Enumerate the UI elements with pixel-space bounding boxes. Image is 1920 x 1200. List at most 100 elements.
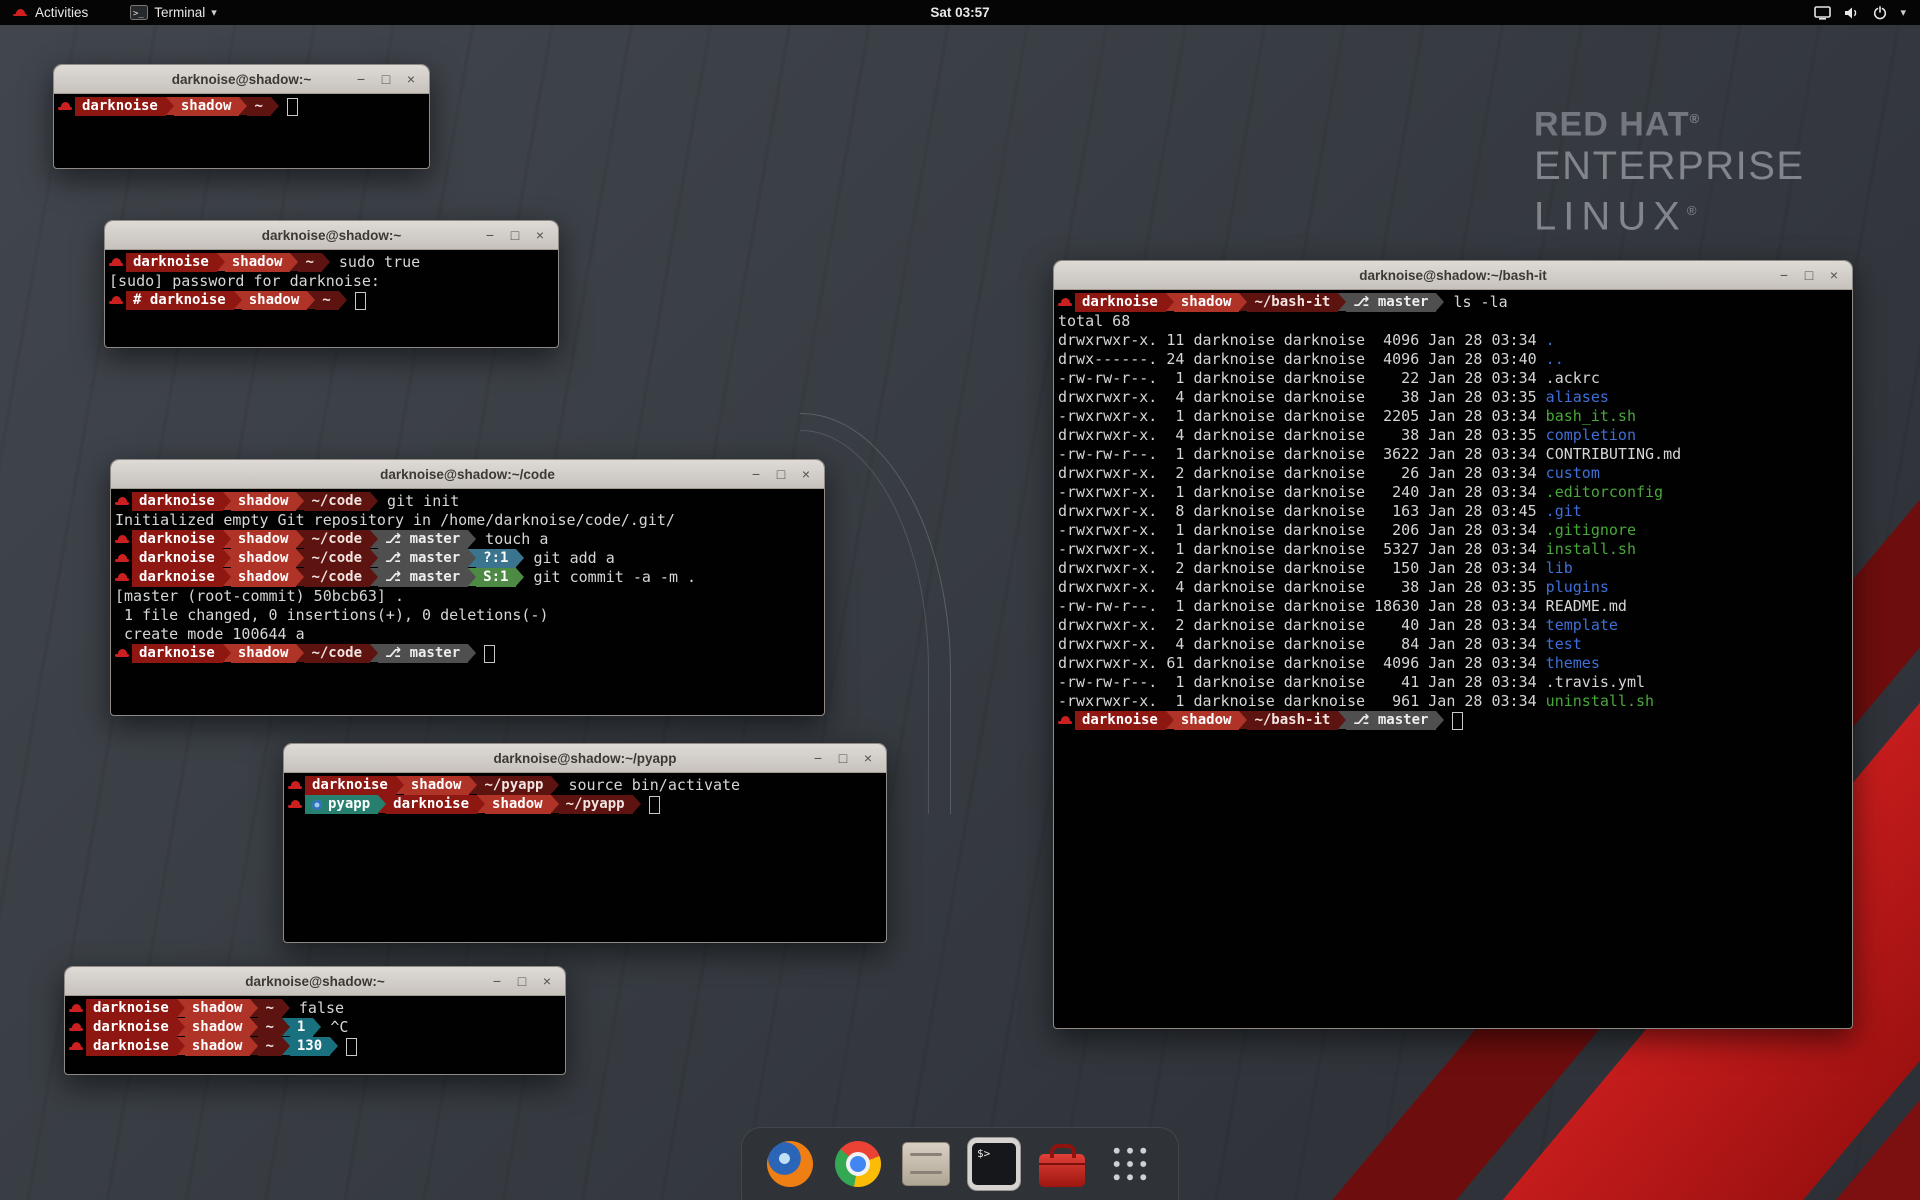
terminal-line: darknoiseshadow~: [58, 97, 426, 116]
activities-button[interactable]: Activities: [4, 0, 97, 25]
redhat-prompt-icon: [115, 549, 132, 568]
maximize-button[interactable]: □: [1798, 264, 1820, 286]
window-title: darknoise@shadow:~: [245, 974, 385, 989]
minimize-button[interactable]: −: [745, 463, 767, 485]
prompt-segment-user: darknoise: [1075, 293, 1166, 312]
prompt-segment-branch: ⎇ master: [378, 644, 468, 663]
prompt-segment-path: ~/code: [304, 644, 370, 663]
powerline-arrow-icon: [1436, 711, 1444, 729]
window-title: darknoise@shadow:~: [172, 72, 312, 87]
branding-enterprise: ENTERPRISE: [1534, 143, 1805, 189]
display-icon: [1814, 6, 1831, 20]
powerline-arrow-icon: [516, 549, 524, 567]
terminal-line: darknoiseshadow~/bash-it⎇ master: [1058, 711, 1849, 730]
powerline-arrow-icon: [282, 1018, 290, 1036]
prompt-segment-host: shadow: [231, 549, 297, 568]
redhat-prompt-icon: [109, 253, 126, 272]
terminal-line: drwxrwxr-x. 4 darknoise darknoise 84 Jan…: [1058, 635, 1849, 654]
terminal-cursor: [484, 645, 495, 663]
terminal-line: darknoiseshadow~/code⎇ master?:1 git add…: [115, 549, 821, 568]
window-title: darknoise@shadow:~/pyapp: [493, 751, 676, 766]
terminal-text: drwxrwxr-x. 2 darknoise darknoise 40 Jan…: [1058, 616, 1546, 635]
terminal-text: drwxrwxr-x. 4 darknoise darknoise 38 Jan…: [1058, 426, 1546, 445]
maximize-button[interactable]: □: [511, 970, 533, 992]
window-titlebar[interactable]: darknoise@shadow:~/bash-it − □ ×: [1054, 261, 1852, 290]
powerline-arrow-icon: [177, 1037, 185, 1055]
terminal-line: -rwxrwxr-x. 1 darknoise darknoise 240 Ja…: [1058, 483, 1849, 502]
minimize-button[interactable]: −: [350, 68, 372, 90]
window-titlebar[interactable]: darknoise@shadow:~/pyapp − □ ×: [284, 744, 886, 773]
powerline-arrow-icon: [330, 1037, 338, 1055]
app-menu-terminal[interactable]: >_ Terminal ▾: [121, 0, 226, 25]
close-button[interactable]: ×: [529, 224, 551, 246]
terminal-content[interactable]: darknoiseshadow~/pyapp source bin/activa…: [284, 773, 886, 943]
close-button[interactable]: ×: [400, 68, 422, 90]
registered-mark: ®: [1687, 203, 1704, 218]
terminal-line: darknoiseshadow~/code⎇ master touch a: [115, 530, 821, 549]
prompt-segment-host: shadow: [231, 492, 297, 511]
maximize-button[interactable]: □: [770, 463, 792, 485]
terminal-content[interactable]: darknoiseshadow~/bash-it⎇ master ls -lat…: [1054, 290, 1852, 1029]
terminal-content[interactable]: darknoiseshadow~/code git initInitialize…: [111, 489, 824, 716]
terminal-line: drwxrwxr-x. 61 darknoise darknoise 4096 …: [1058, 654, 1849, 673]
terminal-text: bash_it.sh: [1546, 407, 1636, 426]
terminal-text: 1 file changed, 0 insertions(+), 0 delet…: [115, 606, 548, 625]
powerline-arrow-icon: [551, 776, 559, 794]
branding-red-hat: RED HAT®: [1534, 100, 1805, 143]
window-titlebar[interactable]: darknoise@shadow:~/code − □ ×: [111, 460, 824, 489]
minimize-button[interactable]: −: [807, 747, 829, 769]
close-button[interactable]: ×: [536, 970, 558, 992]
maximize-button[interactable]: □: [375, 68, 397, 90]
prompt-segment-untracked: ?:1: [476, 549, 516, 568]
maximize-button[interactable]: □: [504, 224, 526, 246]
terminal-text: CONTRIBUTING.md: [1546, 445, 1681, 464]
toolbox-launcher[interactable]: [1036, 1136, 1088, 1192]
redhat-prompt-icon: [1058, 293, 1075, 312]
terminal-content[interactable]: darknoiseshadow~ falsedarknoiseshadow~1 …: [65, 996, 565, 1075]
system-status-area[interactable]: ▾: [1814, 0, 1920, 25]
powerline-arrow-icon: [223, 530, 231, 548]
terminal-text: plugins: [1546, 578, 1609, 597]
firefox-launcher[interactable]: [764, 1136, 816, 1192]
minimize-button[interactable]: −: [486, 970, 508, 992]
chrome-launcher[interactable]: [832, 1136, 884, 1192]
prompt-segment-host: shadow: [485, 795, 551, 814]
terminal-text: template: [1546, 616, 1618, 635]
window-titlebar[interactable]: darknoise@shadow:~ − □ ×: [105, 221, 558, 250]
minimize-button[interactable]: −: [479, 224, 501, 246]
terminal-launcher[interactable]: $>: [968, 1136, 1020, 1192]
terminal-line: create mode 100644 a: [115, 625, 821, 644]
powerline-arrow-icon: [633, 795, 641, 813]
window-titlebar[interactable]: darknoise@shadow:~ − □ ×: [54, 65, 429, 94]
clock[interactable]: Sat 03:57: [0, 5, 1920, 20]
terminal-text: drwx------. 24 darknoise darknoise 4096 …: [1058, 350, 1546, 369]
close-button[interactable]: ×: [795, 463, 817, 485]
terminal-window-sudo: darknoise@shadow:~ − □ × darknoiseshadow…: [104, 220, 559, 348]
minimize-button[interactable]: −: [1773, 264, 1795, 286]
terminal-content[interactable]: darknoiseshadow~: [54, 94, 429, 169]
terminal-line: -rwxrwxr-x. 1 darknoise darknoise 206 Ja…: [1058, 521, 1849, 540]
terminal-line: -rwxrwxr-x. 1 darknoise darknoise 961 Ja…: [1058, 692, 1849, 711]
close-button[interactable]: ×: [1823, 264, 1845, 286]
terminal-cursor: [1452, 712, 1463, 730]
terminal-text: -rwxrwxr-x. 1 darknoise darknoise 240 Ja…: [1058, 483, 1546, 502]
prompt-segment-user: darknoise: [75, 97, 166, 116]
redhat-prompt-icon: [115, 530, 132, 549]
terminal-text: uninstall.sh: [1546, 692, 1654, 711]
maximize-button[interactable]: □: [832, 747, 854, 769]
powerline-arrow-icon: [271, 97, 279, 115]
show-applications-button[interactable]: [1104, 1136, 1156, 1192]
window-titlebar[interactable]: darknoise@shadow:~ − □ ×: [65, 967, 565, 996]
powerline-arrow-icon: [468, 644, 476, 662]
powerline-arrow-icon: [234, 291, 242, 309]
prompt-segment-branch: ⎇ master: [378, 530, 468, 549]
terminal-content[interactable]: darknoiseshadow~ sudo true[sudo] passwor…: [105, 250, 558, 348]
powerline-arrow-icon: [477, 795, 485, 813]
close-button[interactable]: ×: [857, 747, 879, 769]
files-launcher[interactable]: [900, 1136, 952, 1192]
powerline-arrow-icon: [296, 492, 304, 510]
prompt-segment-user: # darknoise: [126, 291, 234, 310]
powerline-arrow-icon: [296, 568, 304, 586]
prompt-segment-path: ~: [258, 1037, 281, 1056]
powerline-arrow-icon: [217, 253, 225, 271]
